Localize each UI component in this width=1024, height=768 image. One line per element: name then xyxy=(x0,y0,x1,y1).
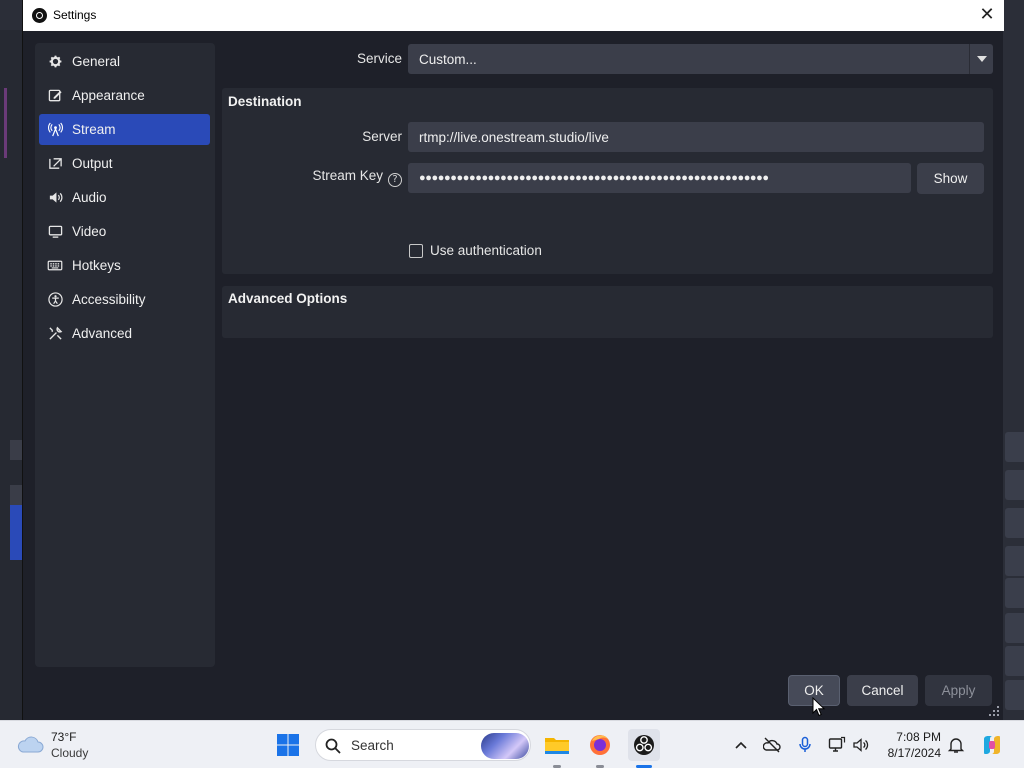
sidebar-item-label: Accessibility xyxy=(72,292,146,307)
sidebar-item-hotkeys[interactable]: Hotkeys xyxy=(39,250,210,281)
close-button[interactable]: ✕ xyxy=(973,3,1001,27)
sidebar-item-output[interactable]: Output xyxy=(39,148,210,179)
keyboard-icon xyxy=(47,258,63,274)
sidebar-item-accessibility[interactable]: Accessibility xyxy=(39,284,210,315)
sidebar-item-label: Advanced xyxy=(72,326,133,341)
background-left-strip xyxy=(0,30,22,720)
windows-start-icon[interactable] xyxy=(276,733,300,757)
cancel-button[interactable]: Cancel xyxy=(847,675,918,706)
sidebar-item-label: Output xyxy=(72,156,113,171)
cloud-icon[interactable] xyxy=(16,734,44,754)
sidebar-item-label: Appearance xyxy=(72,88,145,103)
appearance-icon xyxy=(47,88,63,104)
weather-temperature[interactable]: 73°F xyxy=(51,730,76,744)
accessibility-icon xyxy=(47,292,63,308)
sidebar-item-video[interactable]: Video xyxy=(39,216,210,247)
notification-bell-icon[interactable] xyxy=(947,736,965,754)
background-right-strip xyxy=(1003,30,1024,720)
settings-dialog: Settings ✕ General Appearance Stream Out… xyxy=(22,0,1004,720)
server-input[interactable]: rtmp://live.onestream.studio/live xyxy=(408,122,984,152)
use-authentication-checkbox[interactable] xyxy=(409,244,423,258)
use-authentication-label: Use authentication xyxy=(430,243,542,258)
stream-key-input[interactable]: ●●●●●●●●●●●●●●●●●●●●●●●●●●●●●●●●●●●●●●●●… xyxy=(408,163,911,193)
tools-icon xyxy=(47,326,63,342)
search-placeholder: Search xyxy=(351,738,394,753)
sidebar-item-appearance[interactable]: Appearance xyxy=(39,80,210,111)
gear-icon xyxy=(47,54,63,70)
volume-icon[interactable] xyxy=(852,736,870,754)
onedrive-offline-icon[interactable] xyxy=(763,736,781,754)
clock-time[interactable]: 7:08 PM xyxy=(895,730,941,744)
speaker-icon xyxy=(47,190,63,206)
sidebar-item-general[interactable]: General xyxy=(39,46,210,77)
sidebar-item-label: Video xyxy=(72,224,107,239)
taskbar-search-box[interactable]: Search xyxy=(315,729,531,761)
obs-taskbar-icon[interactable] xyxy=(628,729,660,761)
sidebar-item-label: Stream xyxy=(72,122,116,137)
network-icon[interactable] xyxy=(828,736,846,754)
taskbar: 73°F Cloudy Search 7:08 PM 8/17/2024 xyxy=(0,720,1024,768)
mouse-cursor-icon xyxy=(812,697,826,717)
sidebar-item-label: General xyxy=(72,54,121,69)
apply-button[interactable]: Apply xyxy=(925,675,992,706)
search-icon xyxy=(325,738,341,754)
firefox-icon[interactable] xyxy=(584,729,616,761)
title-bar: Settings ✕ xyxy=(23,0,1004,31)
settings-sidebar: General Appearance Stream Output Audio V… xyxy=(35,43,215,667)
weather-condition[interactable]: Cloudy xyxy=(51,746,88,760)
server-label: Server xyxy=(362,129,402,144)
search-highlight-image xyxy=(481,733,529,759)
chevron-up-icon[interactable] xyxy=(732,736,750,754)
output-icon xyxy=(47,156,63,172)
chevron-down-icon xyxy=(969,44,993,74)
copilot-icon[interactable] xyxy=(980,733,1004,757)
file-explorer-icon[interactable] xyxy=(541,729,573,761)
sidebar-item-label: Audio xyxy=(72,190,107,205)
sidebar-item-label: Hotkeys xyxy=(72,258,121,273)
sidebar-item-advanced[interactable]: Advanced xyxy=(39,318,210,349)
antenna-icon xyxy=(47,122,63,138)
sidebar-item-audio[interactable]: Audio xyxy=(39,182,210,213)
clock-date[interactable]: 8/17/2024 xyxy=(880,746,941,760)
destination-title: Destination xyxy=(228,94,302,109)
show-key-button[interactable]: Show xyxy=(917,163,984,194)
service-value: Custom... xyxy=(419,51,477,67)
service-label: Service xyxy=(356,51,402,66)
resize-grip-icon[interactable] xyxy=(988,705,1000,717)
service-dropdown[interactable]: Custom... xyxy=(408,44,993,74)
stream-key-label-text: Stream Key xyxy=(312,168,383,183)
dialog-title: Settings xyxy=(53,8,97,22)
monitor-icon xyxy=(47,224,63,240)
sidebar-item-stream[interactable]: Stream xyxy=(39,114,210,145)
microphone-icon[interactable] xyxy=(796,736,814,754)
obs-logo-icon xyxy=(32,8,47,23)
advanced-options-title: Advanced Options xyxy=(228,291,348,306)
stream-key-label: Stream Key? xyxy=(283,168,402,187)
help-icon[interactable]: ? xyxy=(388,173,402,187)
